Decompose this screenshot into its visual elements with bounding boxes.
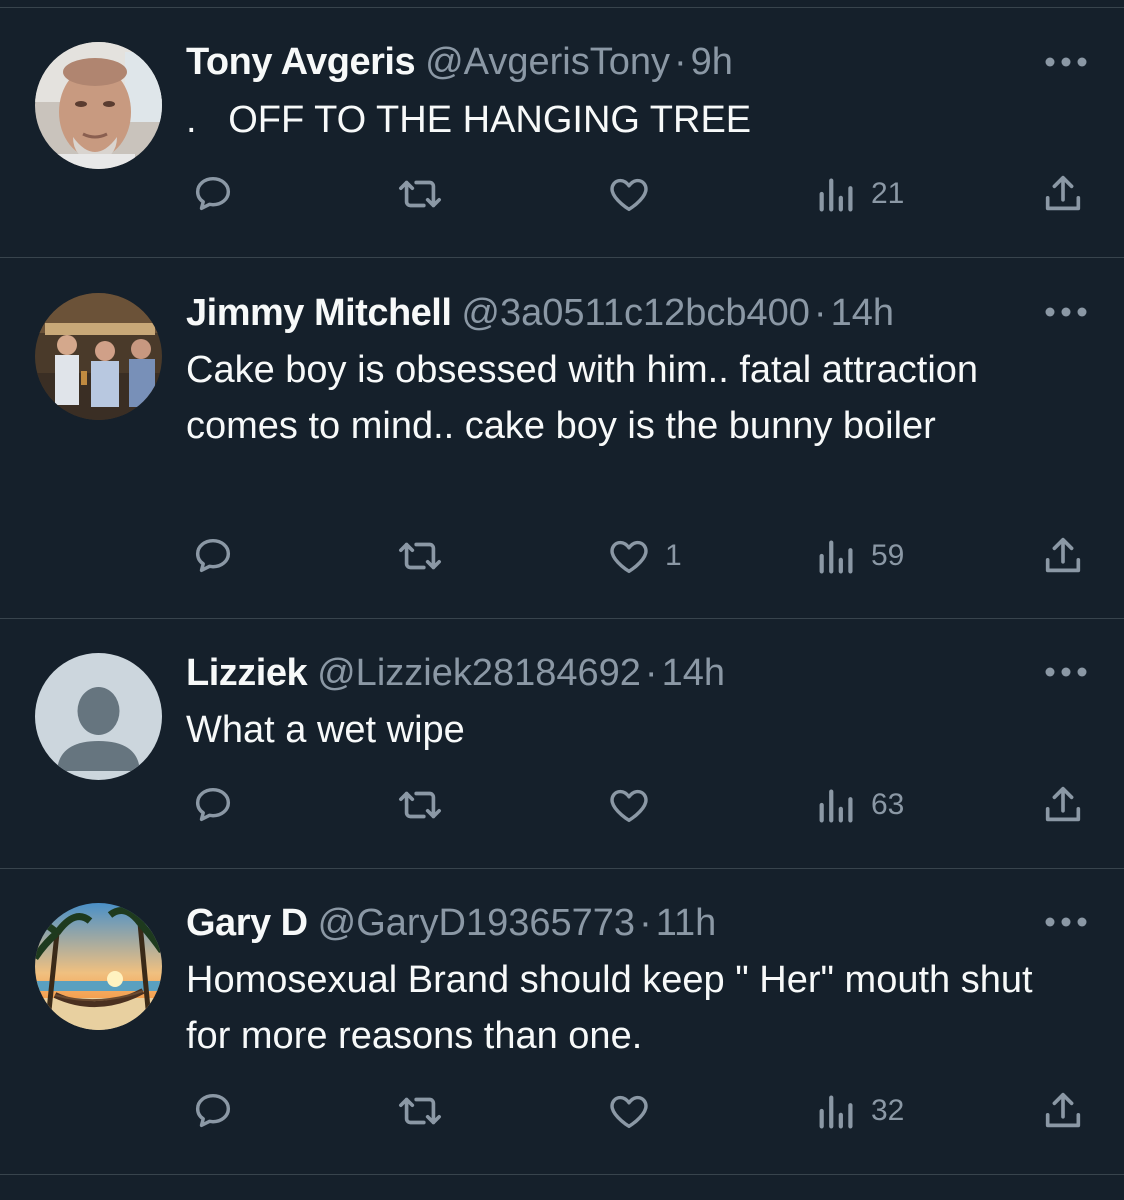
views-icon <box>815 171 859 217</box>
reply-button[interactable] <box>190 168 236 220</box>
retweet-button[interactable] <box>395 1085 445 1137</box>
avatar[interactable] <box>35 903 162 1030</box>
heart-icon <box>605 1088 653 1134</box>
avatar[interactable] <box>35 42 162 169</box>
more-icon[interactable] <box>1044 56 1088 68</box>
retweet-button[interactable] <box>395 779 445 831</box>
tweet-actions: 63 <box>0 779 1124 831</box>
tweet-header: Gary D @GaryD19365773 · 11h <box>186 901 716 945</box>
retweet-icon <box>395 171 445 217</box>
user-handle[interactable]: @GaryD19365773 <box>318 902 635 944</box>
like-button[interactable] <box>605 1085 665 1137</box>
views-icon <box>815 533 859 579</box>
tweet-text: Homosexual Brand should keep " Her" mout… <box>186 959 1033 1057</box>
reply-icon <box>190 171 236 217</box>
timestamp[interactable]: 14h <box>662 652 725 694</box>
views-button[interactable]: 63 <box>815 779 904 831</box>
view-count: 21 <box>871 177 905 210</box>
views-button[interactable]: 21 <box>815 168 904 220</box>
display-name[interactable]: Lizziek <box>186 652 308 694</box>
tweet-header: Tony Avgeris @AvgerisTony · 9h <box>186 40 733 84</box>
avatar[interactable] <box>35 653 162 780</box>
tweet-header: Jimmy Mitchell @3a0511c12bcb400 · 14h <box>186 291 894 335</box>
tweet[interactable]: Tony Avgeris @AvgerisTony · 9h . OFF TO THE… <box>0 8 1124 258</box>
views-button[interactable]: 32 <box>815 1085 904 1137</box>
like-count: 1 <box>665 539 682 572</box>
retweet-icon <box>395 782 445 828</box>
tweet-text: Cake boy is obsessed with him.. fatal at… <box>186 349 979 447</box>
separator: · <box>673 41 687 83</box>
user-handle[interactable]: @AvgerisTony <box>425 41 670 83</box>
reply-button[interactable] <box>190 779 236 831</box>
share-button[interactable] <box>1040 779 1086 831</box>
timestamp[interactable]: 11h <box>656 902 717 944</box>
tweet[interactable]: Lizziek @Lizziek28184692 · 14h What a wet w… <box>0 619 1124 869</box>
heart-icon <box>605 533 653 579</box>
display-name[interactable]: Jimmy Mitchell <box>186 292 452 334</box>
separator: · <box>813 292 827 334</box>
views-button[interactable]: 59 <box>815 530 904 582</box>
avatar[interactable] <box>35 293 162 420</box>
retweet-button[interactable] <box>395 168 445 220</box>
share-icon <box>1040 533 1086 579</box>
share-icon <box>1040 782 1086 828</box>
share-icon <box>1040 1088 1086 1134</box>
reply-icon <box>190 1088 236 1134</box>
reply-button[interactable] <box>190 530 236 582</box>
like-button[interactable] <box>605 779 665 831</box>
views-icon <box>815 1088 859 1134</box>
timestamp[interactable]: 9h <box>691 41 733 83</box>
tweet-actions: 21 <box>0 168 1124 220</box>
views-icon <box>815 782 859 828</box>
user-handle[interactable]: @Lizziek28184692 <box>317 652 641 694</box>
more-icon[interactable] <box>1044 916 1088 928</box>
timestamp[interactable]: 14h <box>831 292 894 334</box>
retweet-button[interactable] <box>395 530 445 582</box>
heart-icon <box>605 782 653 828</box>
separator: · <box>639 902 652 944</box>
like-button[interactable] <box>605 168 665 220</box>
share-icon <box>1040 171 1086 217</box>
view-count: 32 <box>871 1094 905 1127</box>
retweet-icon <box>395 533 445 579</box>
like-button[interactable]: 1 <box>605 530 682 582</box>
reply-button[interactable] <box>190 1085 236 1137</box>
tweet-text: What a wet wipe <box>186 709 465 751</box>
tweet-actions: 1 59 <box>0 530 1124 582</box>
more-icon[interactable] <box>1044 666 1088 678</box>
reply-icon <box>190 782 236 828</box>
view-count: 59 <box>871 539 905 572</box>
tweet-header: Lizziek @Lizziek28184692 · 14h <box>186 651 725 695</box>
retweet-icon <box>395 1088 445 1134</box>
reply-icon <box>190 533 236 579</box>
separator: · <box>644 652 658 694</box>
user-handle[interactable]: @3a0511c12bcb400 <box>461 292 810 334</box>
display-name[interactable]: Tony Avgeris <box>186 41 416 83</box>
heart-icon <box>605 171 653 217</box>
share-button[interactable] <box>1040 1085 1086 1137</box>
share-button[interactable] <box>1040 530 1086 582</box>
more-icon[interactable] <box>1044 306 1088 318</box>
view-count: 63 <box>871 788 905 821</box>
display-name[interactable]: Gary D <box>186 902 308 944</box>
tweet[interactable]: Jimmy Mitchell @3a0511c12bcb400 · 14h Cake … <box>0 258 1124 619</box>
tweet-actions: 32 <box>0 1085 1124 1137</box>
tweet-text: . OFF TO THE HANGING TREE <box>186 99 752 141</box>
tweet[interactable]: Gary D @GaryD19365773 · 11h Homosexual Bran… <box>0 869 1124 1175</box>
share-button[interactable] <box>1040 168 1086 220</box>
